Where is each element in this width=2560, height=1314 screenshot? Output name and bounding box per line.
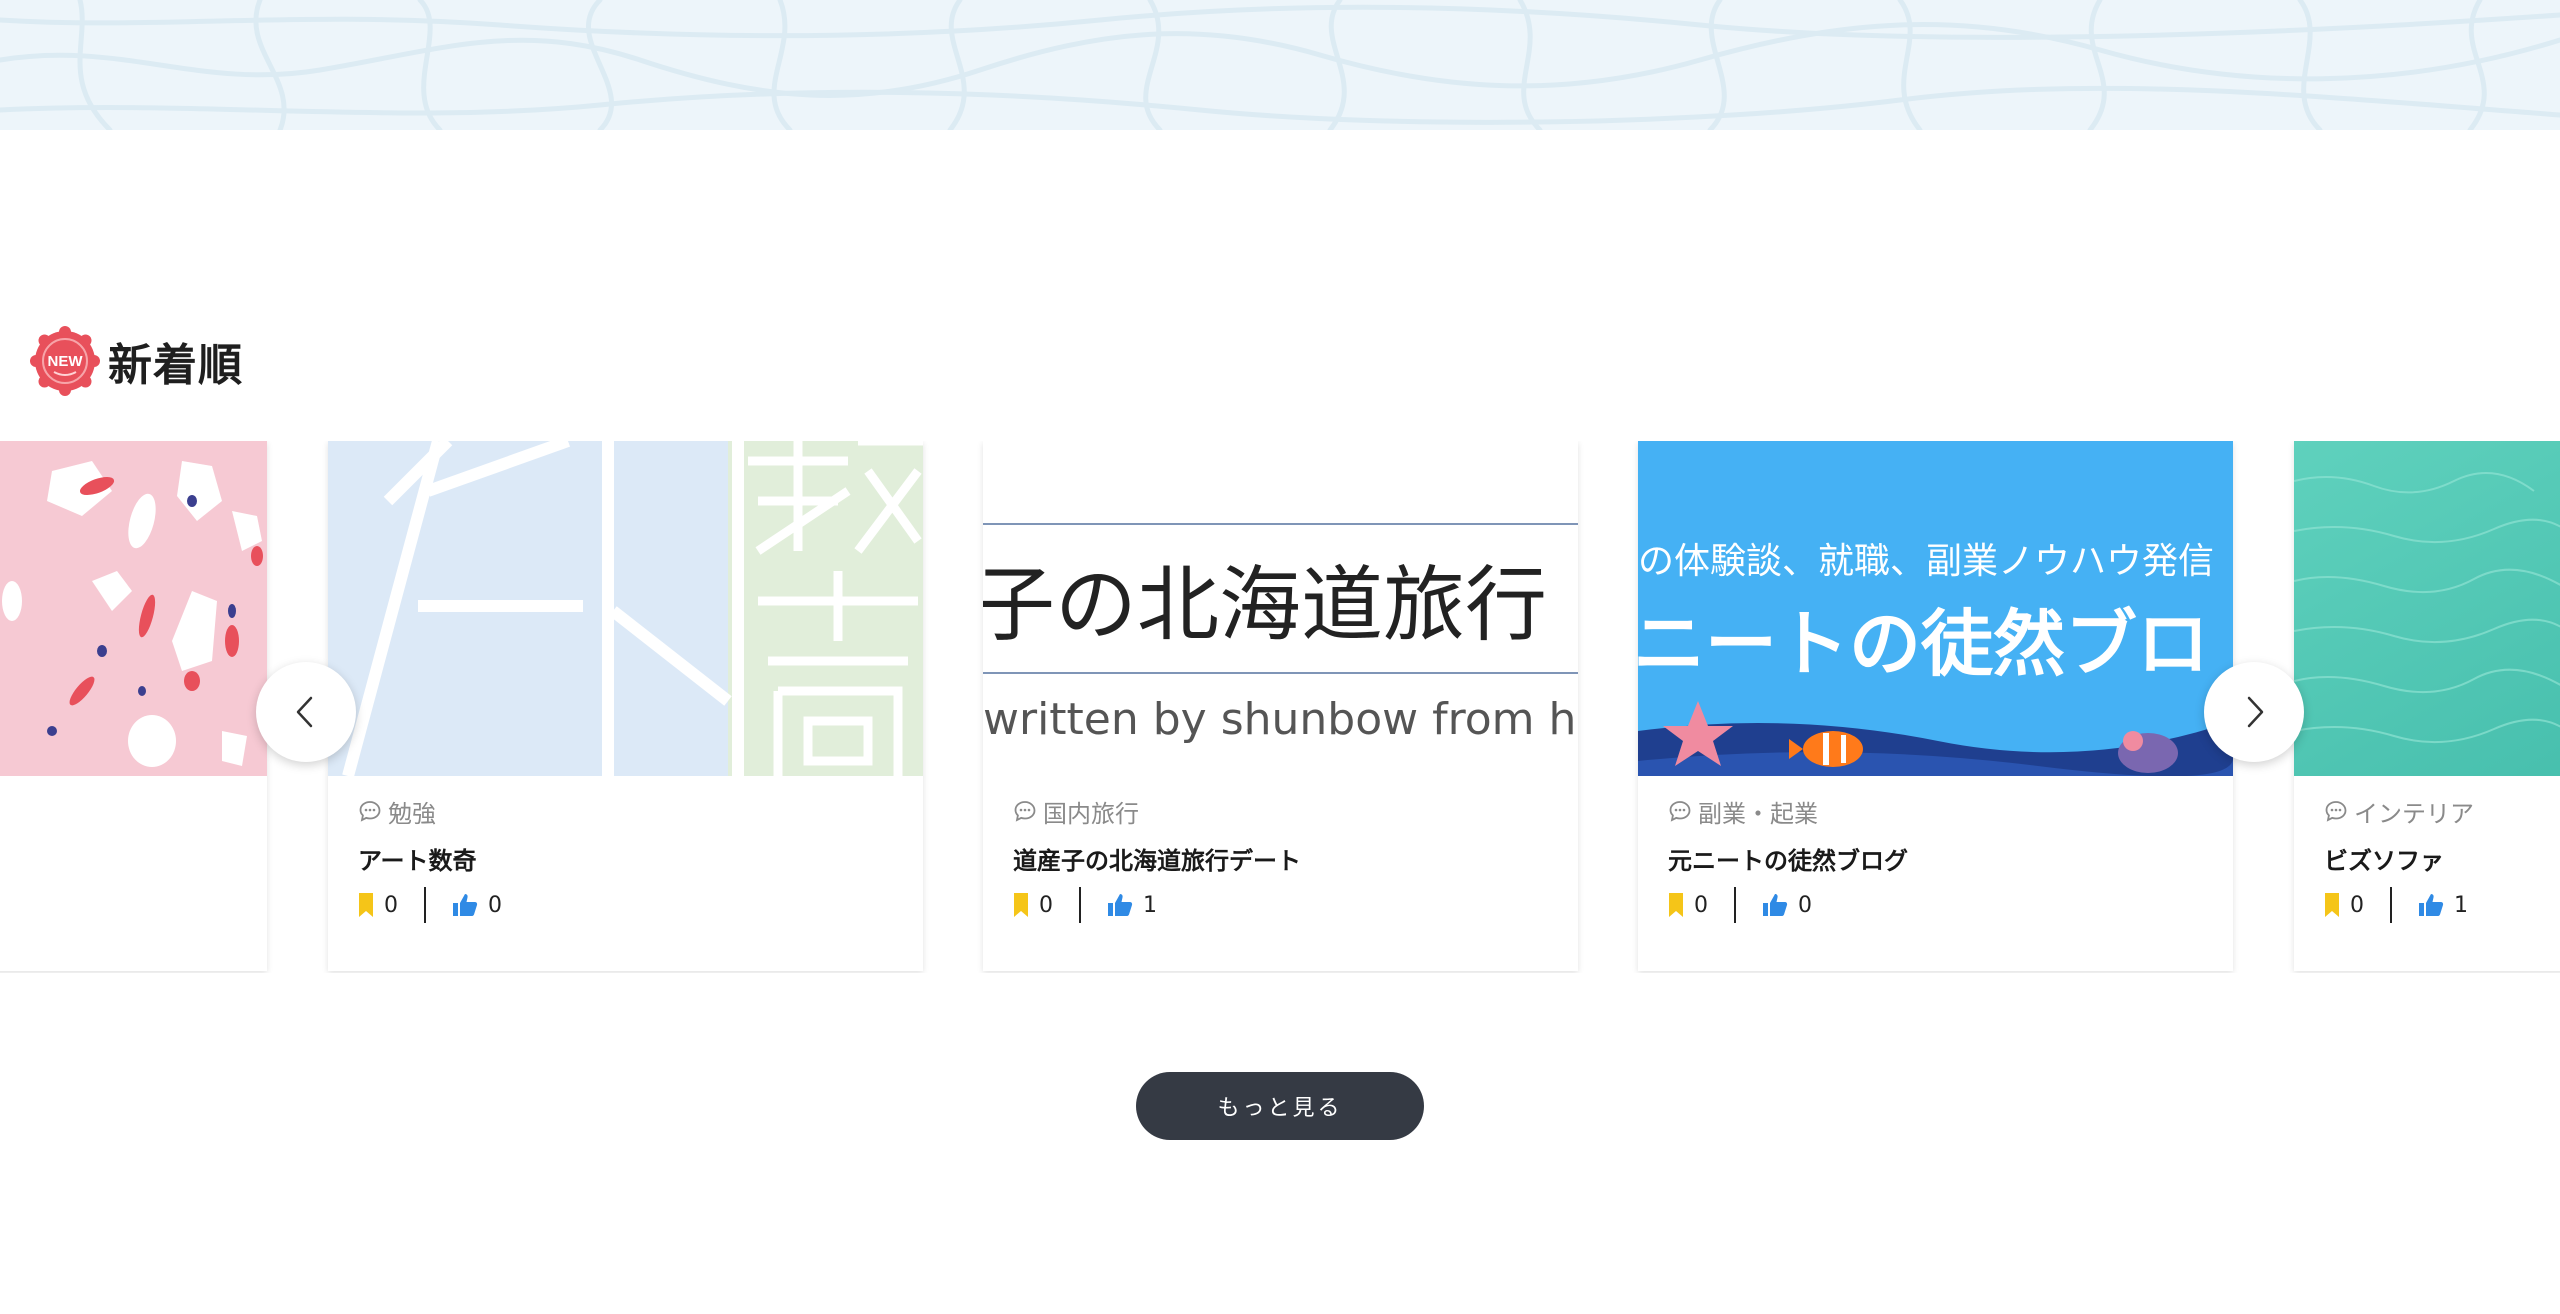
card-stats: 0 0 — [358, 885, 903, 925]
stat-divider — [1079, 887, 1081, 923]
card-category[interactable]: 国内旅行 — [1013, 791, 1558, 831]
map-pattern — [0, 0, 2560, 130]
top-banner — [0, 0, 2560, 130]
chat-bubble-icon — [359, 801, 381, 822]
bookmark-count[interactable]: 0 — [358, 893, 398, 918]
article-card[interactable]: の体験談、就職、副業ノウハウ発信 ニートの徒然ブロ 副業・起業 元ニートの徒然ブ… — [1638, 441, 2233, 971]
svg-text:子の北海道旅行: 子の北海道旅行 — [983, 558, 1547, 653]
card-thumbnail — [0, 441, 267, 776]
bookmark-count[interactable]: 0 — [1013, 893, 1053, 918]
see-more-button[interactable]: もっと見る — [1136, 1072, 1424, 1140]
svg-text:ニートの徒然ブロ: ニートの徒然ブロ — [1638, 602, 2209, 686]
card-stats: 0 0 — [1668, 885, 2213, 925]
bookmark-icon — [2325, 893, 2339, 917]
card-title[interactable]: 元ニートの徒然ブログ — [1668, 841, 2213, 877]
card-category-label: 勉強 — [388, 799, 436, 828]
thumbs-up-icon — [1108, 894, 1133, 916]
card-thumbnail: 子の北海道旅行 written by shunbow from hok — [983, 441, 1578, 776]
bookmark-icon — [1014, 893, 1028, 917]
like-count[interactable]: 0 — [452, 893, 502, 918]
card-category-label: インテリア — [2354, 799, 2474, 828]
svg-text:NEW: NEW — [48, 353, 84, 370]
card-title[interactable]: 道産子の北海道旅行デート — [1013, 841, 1558, 877]
bookmark-count[interactable]: 0 — [2324, 893, 2364, 918]
chat-bubble-icon — [1669, 801, 1691, 822]
card-category[interactable]: インテリア — [2324, 791, 2560, 831]
bookmark-count[interactable]: 0 — [1668, 893, 1708, 918]
chevron-left-icon — [296, 696, 313, 728]
chat-bubble-icon — [2325, 801, 2347, 822]
chat-bubble-icon — [1014, 801, 1036, 822]
card-category-label: 国内旅行 — [1043, 799, 1139, 828]
stat-divider — [1734, 887, 1736, 923]
card-title[interactable]: ビズソファ — [2324, 841, 2560, 877]
article-card[interactable]: 子の北海道旅行 written by shunbow from hok 国内旅行… — [983, 441, 1578, 971]
card-thumbnail — [328, 441, 923, 776]
carousel-prev-button[interactable] — [256, 662, 356, 762]
card-category[interactable]: 副業・起業 — [1668, 791, 2213, 831]
card-stats: 0 1 — [1013, 885, 1558, 925]
carousel-next-button[interactable] — [2204, 662, 2304, 762]
section-header: NEW 新着順 — [30, 326, 243, 396]
card-thumbnail: の体験談、就職、副業ノウハウ発信 ニートの徒然ブロ — [1638, 441, 2233, 776]
card-category[interactable]: 勉強 — [358, 791, 903, 831]
thumbs-up-icon — [1763, 894, 1788, 916]
article-carousel[interactable]: 勉強 アート数奇 0 0 子の北海道旅行 written by shunbow … — [0, 441, 2560, 973]
like-count[interactable]: 1 — [2418, 893, 2468, 918]
like-count[interactable]: 1 — [1107, 893, 1157, 918]
article-card[interactable]: インテリア ビズソファ 0 1 — [2294, 441, 2560, 971]
card-thumbnail — [2294, 441, 2560, 776]
bookmark-icon — [359, 893, 373, 917]
section-title: 新着順 — [108, 340, 243, 391]
article-card[interactable] — [0, 441, 267, 971]
chevron-right-icon — [2247, 696, 2264, 728]
new-badge-icon: NEW — [30, 326, 100, 396]
card-category-label: 副業・起業 — [1698, 799, 1818, 828]
card-title[interactable]: アート数奇 — [358, 841, 903, 877]
thumbs-up-icon — [2419, 894, 2444, 916]
card-stats: 0 1 — [2324, 885, 2560, 925]
bookmark-icon — [1669, 893, 1683, 917]
svg-text:written by shunbow from hok: written by shunbow from hok — [983, 694, 1578, 745]
thumbs-up-icon — [453, 894, 478, 916]
stat-divider — [424, 887, 426, 923]
stat-divider — [2390, 887, 2392, 923]
like-count[interactable]: 0 — [1762, 893, 1812, 918]
article-card[interactable]: 勉強 アート数奇 0 0 — [328, 441, 923, 971]
svg-text:の体験談、就職、副業ノウハウ発信: の体験談、就職、副業ノウハウ発信 — [1638, 541, 2214, 582]
